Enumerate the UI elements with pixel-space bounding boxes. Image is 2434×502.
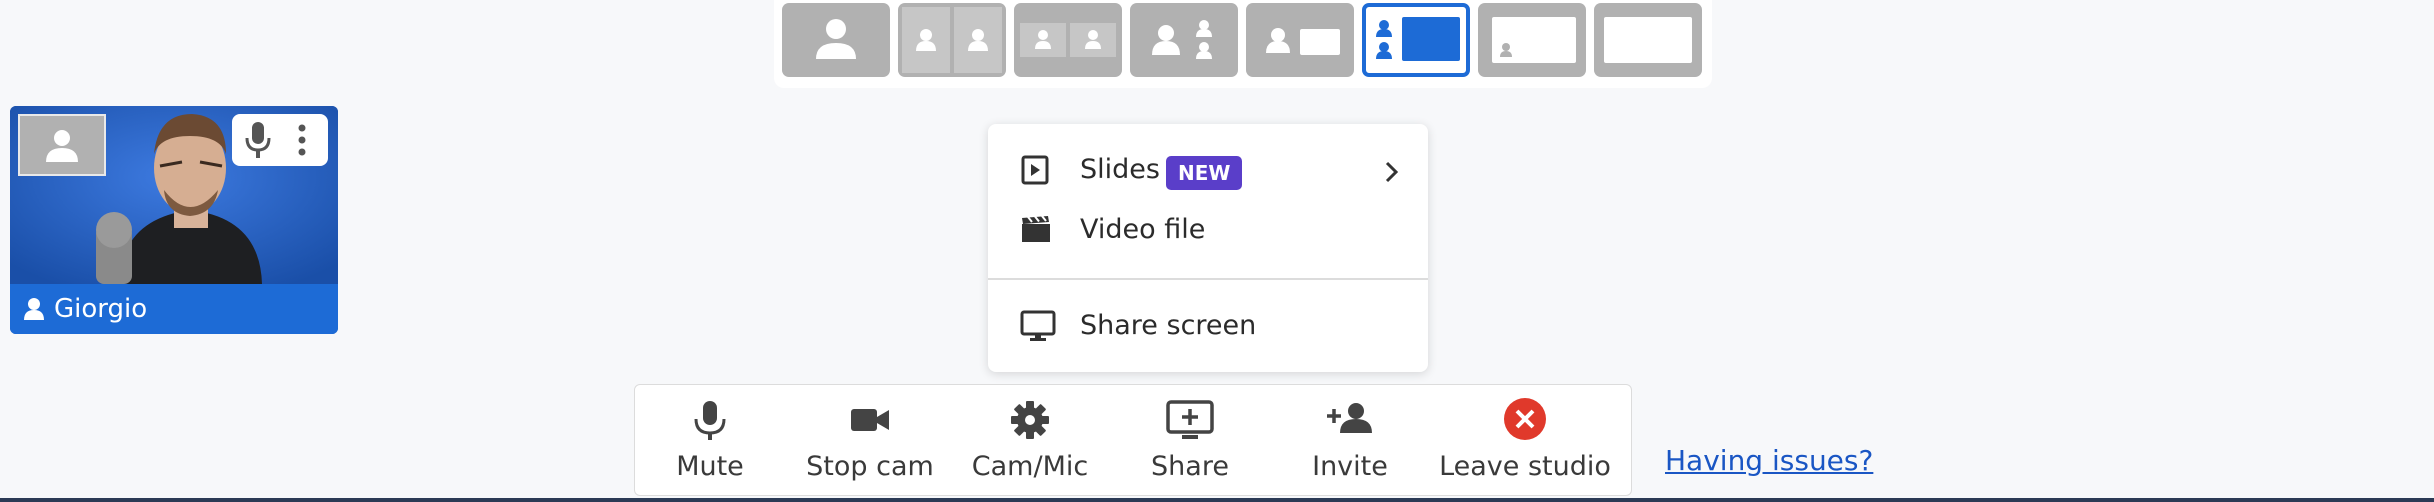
cam-mic-label: Cam/Mic: [971, 451, 1089, 482]
menu-divider: [988, 278, 1428, 280]
chevron-right-icon: [1385, 161, 1399, 183]
share-label: Share: [1151, 451, 1229, 482]
two-people-small-icon: [1020, 23, 1116, 57]
window-bottom-border: [0, 498, 2434, 502]
layout-sidebar-screen-button[interactable]: [1362, 3, 1470, 77]
stop-cam-label: Stop cam: [806, 451, 934, 482]
group-icon: [1152, 20, 1212, 59]
monitor-icon: [1020, 310, 1056, 341]
cam-mic-settings-button[interactable]: Cam/Mic: [955, 385, 1105, 497]
layout-selector: [774, 0, 1712, 88]
microphone-icon: [694, 401, 726, 440]
menu-item-label: Share screen: [1080, 310, 1257, 341]
leave-studio-button[interactable]: Leave studio: [1435, 385, 1615, 497]
gear-icon: [1011, 401, 1049, 439]
new-badge: NEW: [1166, 156, 1243, 190]
tile-controls: [232, 114, 328, 166]
menu-item-label: Video file: [1080, 214, 1206, 245]
video-camera-icon: [851, 409, 889, 431]
person-icon: [24, 298, 44, 320]
layout-screen-only-button[interactable]: [1594, 3, 1702, 77]
having-issues-link[interactable]: Having issues?: [1665, 444, 1873, 477]
stop-cam-button[interactable]: Stop cam: [795, 385, 945, 497]
present-icon: [1021, 155, 1049, 185]
film-icon: [1022, 215, 1050, 242]
menu-item-video-file[interactable]: Video file: [988, 200, 1428, 260]
more-vertical-icon[interactable]: [294, 122, 310, 158]
participant-tile[interactable]: Giorgio: [10, 106, 338, 334]
camera-thumbnail: [18, 114, 106, 176]
layout-screen-thumbnail-button[interactable]: [1478, 3, 1586, 77]
person-screen-icon: [1266, 28, 1340, 55]
layout-solo-button[interactable]: [782, 3, 890, 77]
add-person-icon: [1327, 403, 1372, 433]
two-people-icon: [902, 7, 1002, 73]
participant-name: Giorgio: [54, 294, 148, 324]
screen-thumbnail-icon: [1492, 17, 1576, 63]
menu-item-label: Slides: [1080, 154, 1160, 185]
layout-small-side-by-side-button[interactable]: [1014, 3, 1122, 77]
mute-label: Mute: [676, 451, 744, 482]
mute-button[interactable]: Mute: [635, 385, 785, 497]
sidebar-screen-icon: [1376, 17, 1460, 61]
screen-share-icon: [1166, 400, 1214, 439]
invite-label: Invite: [1312, 451, 1388, 482]
participant-name-bar: Giorgio: [10, 284, 338, 334]
layout-side-by-side-button[interactable]: [898, 3, 1006, 77]
person-icon: [46, 130, 78, 162]
layout-person-screen-button[interactable]: [1246, 3, 1354, 77]
leave-studio-label: Leave studio: [1439, 451, 1611, 482]
share-button[interactable]: Share: [1115, 385, 1265, 497]
menu-item-share-screen[interactable]: Share screen: [988, 296, 1428, 356]
invite-button[interactable]: Invite: [1275, 385, 1425, 497]
share-menu: Slides NEW Video file Share screen: [988, 124, 1428, 372]
close-circle-icon: [1504, 398, 1546, 440]
person-icon: [816, 19, 856, 59]
screen-icon: [1604, 17, 1692, 63]
menu-item-slides[interactable]: Slides NEW: [988, 140, 1428, 200]
studio-toolbar: Mute Stop cam Cam/Mic Share Invite Leave…: [634, 384, 1632, 496]
layout-group-button[interactable]: [1130, 3, 1238, 77]
microphone-icon[interactable]: [244, 120, 272, 160]
